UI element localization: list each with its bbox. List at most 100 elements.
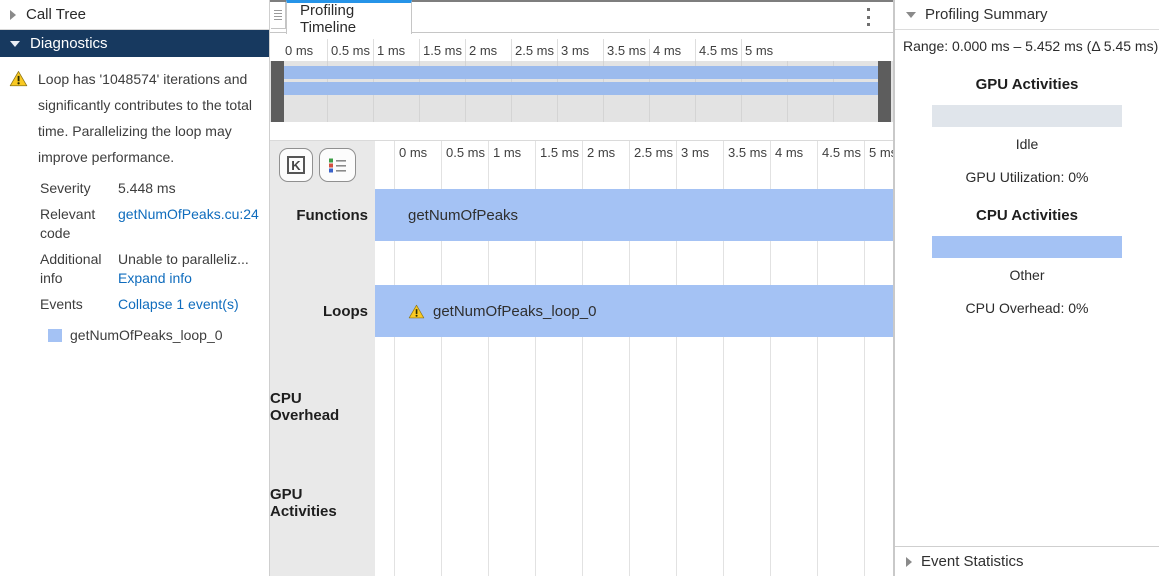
ruler-tick-label: 2 ms	[469, 43, 497, 58]
expand-info-link[interactable]: Expand info	[118, 270, 192, 286]
ruler-tick-label: 2.5 ms	[634, 145, 673, 160]
diagnostics-label: Diagnostics	[30, 35, 108, 52]
ruler-tick	[649, 39, 650, 61]
row-label-cpu-overhead: CPU Overhead	[270, 381, 368, 433]
ruler-tick-label: 3 ms	[681, 145, 709, 160]
ruler-tick-label: 1 ms	[493, 145, 521, 160]
legend-list-button[interactable]	[319, 148, 356, 182]
ruler-tick-label: 0.5 ms	[331, 43, 370, 58]
chevron-down-icon	[906, 12, 916, 18]
ruler-tick-label: 1.5 ms	[423, 43, 462, 58]
gpu-bar-label: Idle	[895, 136, 1159, 152]
keyboard-shortcuts-button[interactable]: K	[279, 148, 313, 182]
event-statistics-header[interactable]: Event Statistics	[895, 546, 1159, 576]
range-handle-left[interactable]	[271, 61, 284, 122]
ruler-tick-label: 1 ms	[377, 43, 405, 58]
timeline-bar-functions[interactable]: getNumOfPeaks	[375, 189, 893, 241]
event-name: getNumOfPeaks_loop_0	[70, 327, 223, 343]
call-tree-label: Call Tree	[26, 6, 86, 23]
diagnostics-panel: Call Tree Diagnostics Loop has '1048574'…	[0, 0, 270, 576]
cpu-activities-heading: CPU Activities	[895, 207, 1159, 224]
additional-info-label: Additional info	[40, 250, 118, 288]
functions-bar-label: getNumOfPeaks	[408, 207, 518, 224]
relevant-code-link[interactable]: getNumOfPeaks.cu:24	[118, 205, 269, 243]
overview-activity-stripe-functions	[284, 66, 878, 79]
severity-label: Severity	[40, 179, 118, 198]
ruler-tick	[695, 39, 696, 61]
ruler-tick	[373, 39, 374, 61]
ruler-tick-label: 3.5 ms	[728, 145, 767, 160]
ruler-tick-label: 4.5 ms	[822, 145, 861, 160]
ruler-tick-label: 4.5 ms	[699, 43, 738, 58]
ruler-tick-label: 4 ms	[775, 145, 803, 160]
timeline-bar-loops[interactable]: getNumOfPeaks_loop_0	[375, 285, 893, 337]
chevron-right-icon	[10, 10, 16, 20]
collapse-events-link[interactable]: Collapse 1 event(s)	[118, 295, 269, 314]
profiling-summary-panel: Profiling Summary Range: 0.000 ms – 5.45…	[894, 0, 1159, 576]
tab-bar: Profiling Timeline	[270, 0, 893, 33]
gpu-idle-bar	[932, 105, 1122, 127]
ruler-tick-label: 0.5 ms	[446, 145, 485, 160]
severity-value: 5.448 ms	[118, 179, 269, 198]
keyboard-k-icon: K	[287, 156, 305, 174]
ruler-tick-label: 2.5 ms	[515, 43, 554, 58]
relevant-code-label: Relevant code	[40, 205, 118, 243]
ruler-tick	[603, 39, 604, 61]
ruler-tick	[741, 39, 742, 61]
timeline-main-area: K Functions Loops CPU Overhead GPU Activ…	[270, 140, 893, 576]
ruler-tick-label: 0 ms	[285, 43, 313, 58]
additional-info-value: Unable to paralleliz... Expand info	[118, 250, 269, 288]
ruler-tick-label: 3.5 ms	[607, 43, 646, 58]
event-list-item[interactable]: getNumOfPeaks_loop_0	[48, 327, 269, 343]
timeline-row-labels: K Functions Loops CPU Overhead GPU Activ…	[270, 141, 375, 576]
diagnostics-section-header[interactable]: Diagnostics	[0, 30, 269, 57]
overview-activity-stripe-loops	[284, 82, 878, 95]
gpu-activities-heading: GPU Activities	[895, 76, 1159, 93]
overview-ruler: 0 ms 0.5 ms 1 ms 1.5 ms 2 ms 2.5 ms 3 ms 3.5 ms…	[270, 33, 893, 61]
events-label: Events	[40, 295, 118, 314]
chevron-down-icon	[10, 41, 20, 47]
loops-bar-label: getNumOfPeaks_loop_0	[433, 303, 596, 320]
ruler-tick-label: 1.5 ms	[540, 145, 579, 160]
tab-label: Profiling Timeline	[300, 2, 411, 36]
kebab-menu-icon[interactable]	[867, 8, 871, 26]
row-label-functions: Functions	[270, 189, 368, 241]
ruler-tick-label: 5 ms	[869, 145, 893, 160]
panel-grip-handle[interactable]	[271, 2, 286, 29]
grip-icon	[274, 10, 282, 21]
ruler-tick-label: 4 ms	[653, 43, 681, 58]
diagnostic-warning: Loop has '1048574' iterations and signif…	[0, 57, 269, 170]
profiling-summary-header[interactable]: Profiling Summary	[895, 0, 1159, 30]
event-color-swatch	[48, 329, 62, 342]
legend-list-icon	[328, 157, 347, 173]
profiler-window: Call Tree Diagnostics Loop has '1048574'…	[0, 0, 1159, 576]
ruler-tick	[419, 39, 420, 61]
call-tree-section-header[interactable]: Call Tree	[0, 0, 269, 30]
ruler-tick	[465, 39, 466, 61]
ruler-tick-label: 0 ms	[399, 145, 427, 160]
overview-minimap[interactable]	[270, 61, 893, 122]
cpu-other-bar	[932, 236, 1122, 258]
timeline-track: getNumOfPeaks getNumOfPeaks_loop_0 0 ms 0…	[375, 141, 893, 576]
ruler-tick	[327, 39, 328, 61]
profiling-timeline-panel: Profiling Timeline 0 ms 0.5 ms 1 ms 1.5 ms 2…	[270, 0, 894, 576]
profiling-summary-title: Profiling Summary	[925, 6, 1048, 23]
cpu-bar-label: Other	[895, 267, 1159, 283]
tab-profiling-timeline[interactable]: Profiling Timeline	[286, 0, 412, 34]
row-label-loops: Loops	[270, 285, 368, 337]
chevron-right-icon	[906, 557, 912, 567]
gpu-utilization-stat: GPU Utilization: 0%	[895, 169, 1159, 185]
additional-info-truncated: Unable to paralleliz...	[118, 251, 249, 267]
ruler-tick-label: 3 ms	[561, 43, 589, 58]
cpu-overhead-stat: CPU Overhead: 0%	[895, 300, 1159, 316]
warning-message: Loop has '1048574' iterations and signif…	[38, 66, 263, 170]
diagnostic-details: Severity 5.448 ms Relevant code getNumOf…	[40, 179, 269, 314]
row-label-gpu-activities: GPU Activities	[270, 477, 368, 529]
ruler-tick-label: 5 ms	[745, 43, 773, 58]
warning-icon	[408, 304, 425, 319]
range-handle-right[interactable]	[878, 61, 891, 122]
ruler-tick	[557, 39, 558, 61]
ruler-tick-label: 2 ms	[587, 145, 615, 160]
ruler-tick	[511, 39, 512, 61]
range-text: Range: 0.000 ms – 5.452 ms (Δ 5.45 ms)	[895, 30, 1159, 54]
